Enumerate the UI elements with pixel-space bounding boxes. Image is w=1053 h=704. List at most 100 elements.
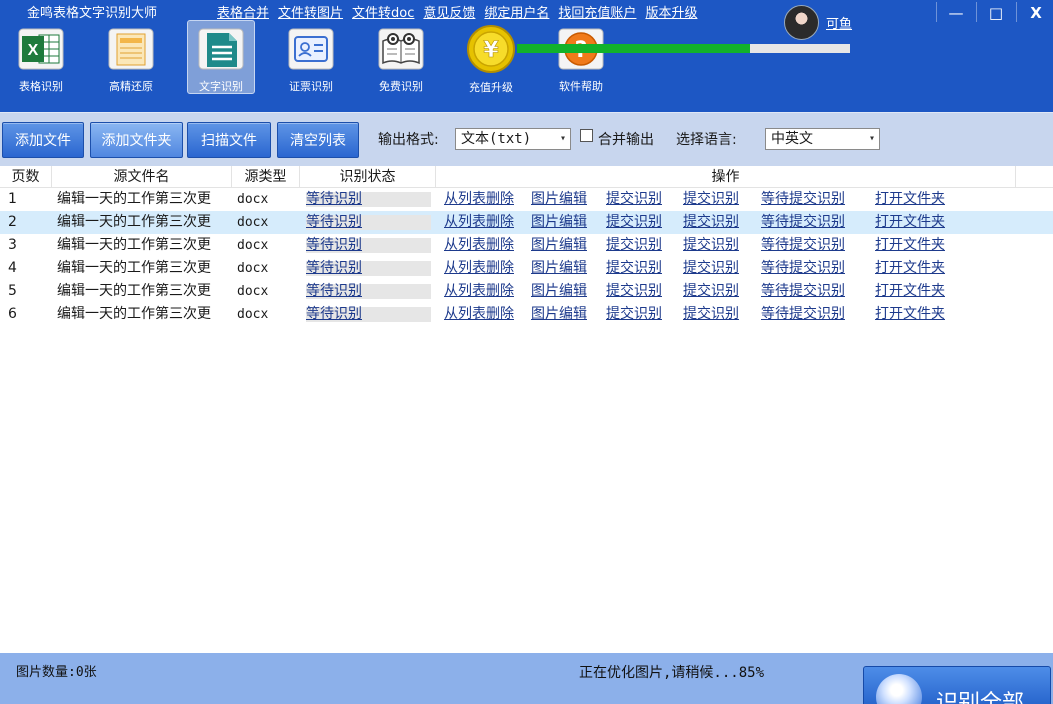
delete-from-list-link[interactable]: 从列表删除 [444, 188, 514, 211]
open-folder-link[interactable]: 打开文件夹 [875, 280, 945, 303]
open-folder-link[interactable]: 打开文件夹 [875, 303, 945, 326]
table-row[interactable]: 1 编辑一天的工作第三次更 docx 等待识别 从列表删除 图片编辑 提交识别 提交识别 等待提… [0, 188, 1053, 211]
source-type: docx [237, 284, 269, 299]
waiting-submit-link[interactable]: 等待提交识别 [761, 188, 845, 211]
waiting-submit-link[interactable]: 等待提交识别 [761, 303, 845, 326]
submit-recognition-link[interactable]: 提交识别 [606, 257, 662, 280]
submit-recognition-link-2[interactable]: 提交识别 [683, 234, 739, 257]
image-edit-link[interactable]: 图片编辑 [531, 257, 587, 280]
waiting-submit-link[interactable]: 等待提交识别 [761, 234, 845, 257]
image-edit-link[interactable]: 图片编辑 [531, 211, 587, 234]
yen-coin-icon: ¥ [466, 24, 516, 74]
svg-text:X: X [28, 42, 39, 59]
source-filename: 编辑一天的工作第三次更 [57, 306, 211, 322]
minimize-button[interactable]: — [938, 0, 974, 26]
submit-recognition-link-2[interactable]: 提交识别 [683, 188, 739, 211]
link-feedback[interactable]: 意见反馈 [423, 2, 475, 21]
column-header-type[interactable]: 源类型 [232, 166, 300, 188]
open-folder-link[interactable]: 打开文件夹 [875, 234, 945, 257]
recognition-status-link[interactable]: 等待识别 [306, 280, 372, 303]
user-area: 可鱼 [784, 5, 852, 40]
submit-recognition-link-2[interactable]: 提交识别 [683, 211, 739, 234]
table-row[interactable]: 6 编辑一天的工作第三次更 docx 等待识别 从列表删除 图片编辑 提交识别 提交识别 等待提… [0, 303, 1053, 326]
image-edit-link[interactable]: 图片编辑 [531, 280, 587, 303]
recognition-status-link[interactable]: 等待识别 [306, 303, 372, 326]
tool-free-recognition[interactable]: 免费识别 [367, 20, 435, 94]
column-header-page[interactable]: 页数 [0, 166, 52, 188]
column-header-actions[interactable]: 操作 [436, 166, 1016, 188]
link-bind-username[interactable]: 绑定用户名 [484, 2, 549, 21]
clear-list-button[interactable]: 清空列表 [277, 122, 359, 158]
page-number: 3 [8, 237, 17, 253]
source-type: docx [237, 307, 269, 322]
maximize-button[interactable]: □ [978, 0, 1014, 26]
tool-text-recognition[interactable]: 文字识别 [187, 20, 255, 94]
avatar[interactable] [784, 5, 819, 40]
table-row[interactable]: 4 编辑一天的工作第三次更 docx 等待识别 从列表删除 图片编辑 提交识别 提交识别 等待提… [0, 257, 1053, 280]
recognition-status-link[interactable]: 等待识别 [306, 234, 372, 257]
link-recover-account[interactable]: 找回充值账户 [558, 2, 636, 21]
table-row[interactable]: 2 编辑一天的工作第三次更 docx 等待识别 从列表删除 图片编辑 提交识别 提交识别 等待提… [0, 211, 1053, 234]
tool-label: 文字识别 [199, 80, 243, 93]
link-file-to-image[interactable]: 文件转图片 [278, 2, 343, 21]
waiting-submit-link[interactable]: 等待提交识别 [761, 211, 845, 234]
delete-from-list-link[interactable]: 从列表删除 [444, 211, 514, 234]
delete-from-list-link[interactable]: 从列表删除 [444, 257, 514, 280]
column-header-status[interactable]: 识别状态 [300, 166, 436, 188]
page-number: 2 [8, 214, 17, 230]
submit-recognition-link[interactable]: 提交识别 [606, 211, 662, 234]
document-icon [196, 25, 246, 73]
open-folder-link[interactable]: 打开文件夹 [875, 188, 945, 211]
tool-label: 表格识别 [19, 80, 63, 93]
link-table-merge[interactable]: 表格合并 [217, 2, 269, 21]
close-button[interactable]: X [1018, 0, 1053, 26]
table-row[interactable]: 3 编辑一天的工作第三次更 docx 等待识别 从列表删除 图片编辑 提交识别 提交识别 等待提… [0, 234, 1053, 257]
status-bar: 图片数量:0张 正在优化图片,请稍候...85% 识别全部 [0, 653, 1053, 704]
tool-high-precision-restore[interactable]: 高精还原 [97, 20, 165, 94]
recognize-orb-icon [876, 674, 922, 704]
link-version-upgrade[interactable]: 版本升级 [645, 2, 697, 21]
image-edit-link[interactable]: 图片编辑 [531, 303, 587, 326]
delete-from-list-link[interactable]: 从列表删除 [444, 234, 514, 257]
recognition-status-link[interactable]: 等待识别 [306, 211, 372, 234]
delete-from-list-link[interactable]: 从列表删除 [444, 303, 514, 326]
recognition-status-link[interactable]: 等待识别 [306, 188, 372, 211]
open-folder-link[interactable]: 打开文件夹 [875, 257, 945, 280]
submit-recognition-link[interactable]: 提交识别 [606, 303, 662, 326]
recognize-all-button[interactable]: 识别全部 [863, 666, 1051, 704]
image-edit-link[interactable]: 图片编辑 [531, 188, 587, 211]
submit-recognition-link-2[interactable]: 提交识别 [683, 303, 739, 326]
page-number: 5 [8, 283, 17, 299]
table-row[interactable]: 5 编辑一天的工作第三次更 docx 等待识别 从列表删除 图片编辑 提交识别 提交识别 等待提… [0, 280, 1053, 303]
output-format-select[interactable]: 文本(txt) ▾ [455, 128, 571, 150]
delete-from-list-link[interactable]: 从列表删除 [444, 280, 514, 303]
title-bar: 金鸣表格文字识别大师 表格合并 文件转图片 文件转doc 意见反馈 绑定用户名 … [0, 0, 1053, 112]
waiting-submit-link[interactable]: 等待提交识别 [761, 257, 845, 280]
tool-recharge-upgrade[interactable]: ¥ 充值升级 [457, 20, 525, 94]
add-file-button[interactable]: 添加文件 [2, 122, 84, 158]
source-filename: 编辑一天的工作第三次更 [57, 191, 211, 207]
submit-recognition-link-2[interactable]: 提交识别 [683, 280, 739, 303]
username-link[interactable]: 可鱼 [826, 13, 852, 32]
open-folder-link[interactable]: 打开文件夹 [875, 211, 945, 234]
add-folder-button[interactable]: 添加文件夹 [90, 122, 183, 158]
link-file-to-doc[interactable]: 文件转doc [352, 2, 414, 21]
tool-table-recognition[interactable]: X 表格识别 [7, 20, 75, 94]
language-select[interactable]: 中英文 ▾ [765, 128, 880, 150]
tool-id-ticket-recognition[interactable]: 证票识别 [277, 20, 345, 94]
image-edit-link[interactable]: 图片编辑 [531, 234, 587, 257]
table-header: 页数 源文件名 源类型 识别状态 操作 [0, 166, 1053, 188]
submit-recognition-link[interactable]: 提交识别 [606, 234, 662, 257]
image-count: 图片数量:0张 [16, 665, 97, 680]
submit-recognition-link-2[interactable]: 提交识别 [683, 257, 739, 280]
submit-recognition-link[interactable]: 提交识别 [606, 280, 662, 303]
merge-output-checkbox[interactable] [580, 129, 593, 142]
recognition-status-link[interactable]: 等待识别 [306, 257, 372, 280]
column-header-filename[interactable]: 源文件名 [52, 166, 232, 188]
scan-file-button[interactable]: 扫描文件 [187, 122, 271, 158]
tool-software-help[interactable]: ? 软件帮助 [547, 20, 615, 94]
waiting-submit-link[interactable]: 等待提交识别 [761, 280, 845, 303]
submit-recognition-link[interactable]: 提交识别 [606, 188, 662, 211]
divider [936, 2, 937, 22]
tool-label: 充值升级 [469, 81, 513, 94]
